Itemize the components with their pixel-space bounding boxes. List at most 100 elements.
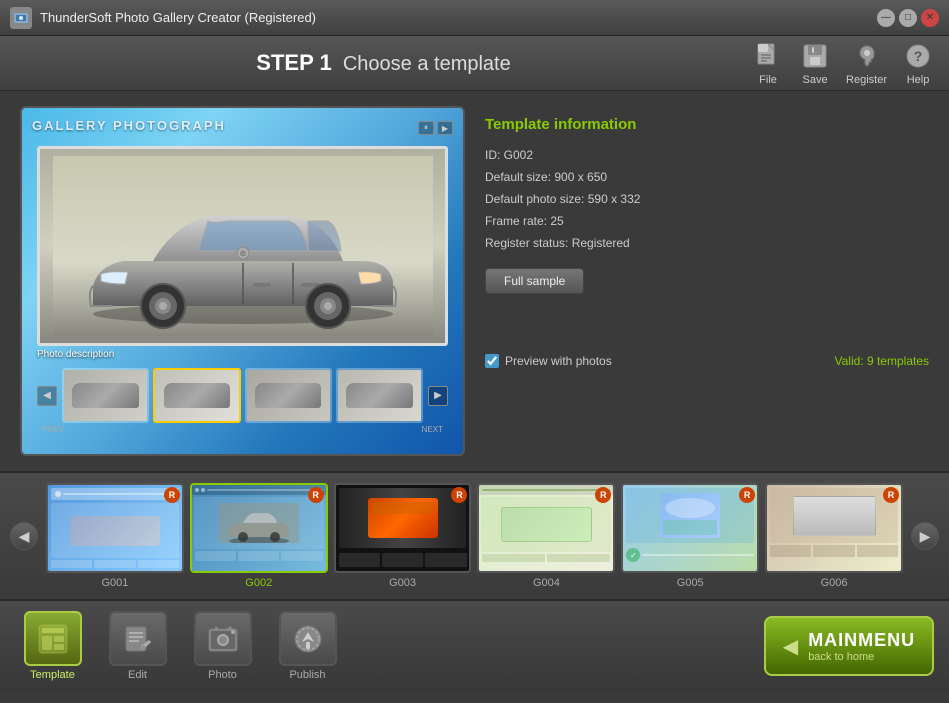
file-icon — [752, 40, 784, 72]
full-sample-button[interactable]: Full sample — [485, 268, 584, 294]
info-panel: Template information ID: G002 Default si… — [485, 106, 929, 456]
template-tab-label: Template — [30, 669, 75, 681]
gallery-controls: ⏸ ▶ — [418, 121, 453, 135]
titlebar: ThunderSoft Photo Gallery Creator (Regis… — [0, 0, 949, 36]
edit-tab-label: Edit — [128, 669, 147, 681]
car-svg: ⊛ — [53, 156, 433, 336]
template-thumb-g005[interactable]: ✓ R — [621, 483, 759, 573]
template-items: R G001 — [46, 483, 903, 589]
photo-icon — [206, 622, 240, 656]
gallery-header: GALLERY PHOTOGRAPH — [32, 118, 226, 133]
preview-with-photos-checkbox[interactable] — [485, 354, 499, 368]
template-thumb-g001[interactable]: R — [46, 483, 184, 573]
publish-tab-icon-wrap — [279, 611, 337, 666]
publish-tab-label: Publish — [289, 669, 325, 681]
main-menu-arrow-icon: ◀ — [783, 634, 798, 659]
main-menu-text: MAINMENU back to home — [808, 630, 915, 663]
svg-text:?: ? — [914, 48, 923, 64]
template-id: ID: G002 — [485, 148, 929, 162]
app-title: ThunderSoft Photo Gallery Creator (Regis… — [40, 10, 316, 25]
template-label-g005: G005 — [677, 577, 704, 589]
preview-with-photos-label[interactable]: Preview with photos — [485, 354, 612, 368]
file-label: File — [759, 74, 777, 86]
g006-reg-badge: R — [883, 487, 899, 503]
preview-label-text: Preview with photos — [505, 354, 612, 368]
prev-label: PREV — [42, 425, 64, 434]
valid-templates-count: Valid: 9 templates — [835, 354, 930, 368]
thumbnail-container — [62, 368, 423, 423]
default-size: Default size: 900 x 650 — [485, 170, 929, 184]
strip-prev-arrow[interactable]: ◀ — [10, 522, 38, 550]
register-tool[interactable]: Register — [846, 40, 887, 86]
template-label-g003: G003 — [389, 577, 416, 589]
close-button[interactable]: ✕ — [921, 9, 939, 27]
template-item-g006[interactable]: R G006 — [765, 483, 903, 589]
save-icon — [799, 40, 831, 72]
thumb-3[interactable] — [245, 368, 332, 423]
template-tab-icon-wrap — [24, 611, 82, 666]
toolbar-buttons: File Save Register — [752, 40, 934, 86]
thumb-4[interactable] — [336, 368, 423, 423]
template-label-g001: G001 — [101, 577, 128, 589]
nav-tab-photo[interactable]: Photo — [185, 611, 260, 681]
template-item-g001[interactable]: R G001 — [46, 483, 184, 589]
step-title: STEP 1 Choose a template — [15, 50, 752, 76]
minimize-button[interactable]: — — [877, 9, 895, 27]
template-info-title: Template information — [485, 116, 929, 133]
thumb-1[interactable] — [62, 368, 149, 423]
template-label-g006: G006 — [821, 577, 848, 589]
save-tool[interactable]: Save — [799, 40, 831, 86]
publish-icon — [291, 622, 325, 656]
template-thumb-g003[interactable]: R — [334, 483, 472, 573]
pause-button[interactable]: ⏸ — [418, 121, 434, 135]
file-tool[interactable]: File — [752, 40, 784, 86]
strip-next-arrow[interactable]: ▶ — [911, 522, 939, 550]
main-menu-button[interactable]: ◀ MAINMENU back to home — [764, 616, 934, 676]
template-item-g004[interactable]: R G004 — [477, 483, 615, 589]
app-icon — [10, 7, 32, 29]
gallery-preview-area: GALLERY PHOTOGRAPH ⏸ ▶ — [20, 106, 465, 456]
svg-text:⊛: ⊛ — [239, 249, 246, 258]
frame-rate: Frame rate: 25 — [485, 214, 929, 228]
nav-tab-template[interactable]: Template — [15, 611, 90, 681]
photo-tab-label: Photo — [208, 669, 237, 681]
main-photo-frame: ⊛ — [37, 146, 448, 346]
help-tool[interactable]: ? Help — [902, 40, 934, 86]
next-arrow[interactable]: ▶ — [428, 386, 448, 406]
play-button[interactable]: ▶ — [437, 121, 453, 135]
register-icon — [851, 40, 883, 72]
photo-description: Photo description — [32, 346, 453, 363]
toolbar: STEP 1 Choose a template File — [0, 36, 949, 91]
register-label: Register — [846, 74, 887, 86]
template-thumb-g002[interactable]: R — [190, 483, 328, 573]
main-content: GALLERY PHOTOGRAPH ⏸ ▶ — [0, 91, 949, 471]
template-item-g002[interactable]: R G002 — [190, 483, 328, 589]
template-item-g005[interactable]: ✓ R G005 — [621, 483, 759, 589]
g002-reg-badge: R — [308, 487, 324, 503]
help-icon: ? — [902, 40, 934, 72]
preview-options: Preview with photos Valid: 9 templates — [485, 354, 929, 368]
thumb-2[interactable] — [153, 368, 240, 423]
nav-tab-edit[interactable]: Edit — [100, 611, 175, 681]
template-label-g004: G004 — [533, 577, 560, 589]
next-label: NEXT — [422, 425, 443, 434]
nav-tab-publish[interactable]: Publish — [270, 611, 345, 681]
gallery-preview: GALLERY PHOTOGRAPH ⏸ ▶ — [22, 108, 463, 454]
step-number: STEP 1 — [256, 50, 331, 75]
g001-reg-badge: R — [164, 487, 180, 503]
edit-icon — [121, 622, 155, 656]
template-thumb-g004[interactable]: R — [477, 483, 615, 573]
step-description: Choose a template — [343, 53, 511, 75]
template-icon — [36, 622, 70, 656]
register-status: Register status: Registered — [485, 236, 929, 250]
car-image: ⊛ — [40, 149, 445, 343]
templates-strip: ◀ R — [0, 471, 949, 601]
prev-arrow[interactable]: ◀ — [37, 386, 57, 406]
template-item-g003[interactable]: R G003 — [334, 483, 472, 589]
maximize-button[interactable]: □ — [899, 9, 917, 27]
template-label-g002: G002 — [245, 577, 272, 589]
window-controls: — □ ✕ — [877, 9, 939, 27]
template-thumb-g006[interactable]: R — [765, 483, 903, 573]
save-label: Save — [802, 74, 827, 86]
main-menu-line2: back to home — [808, 651, 874, 663]
